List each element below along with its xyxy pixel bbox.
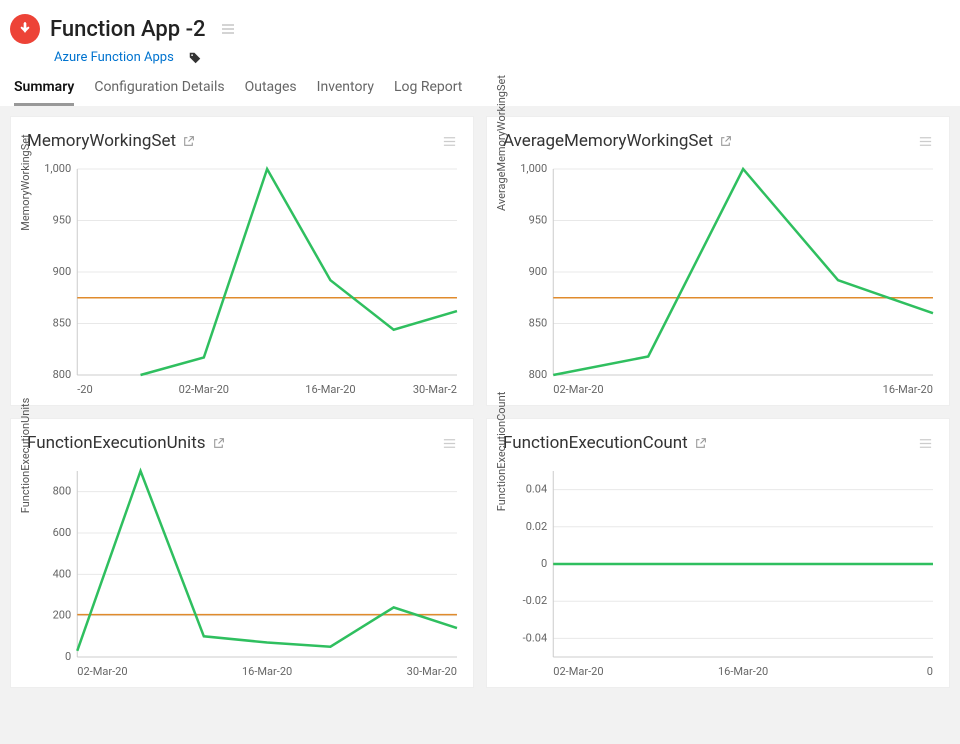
svg-text:600: 600: [53, 526, 72, 539]
tab-inventory[interactable]: Inventory: [317, 79, 374, 106]
svg-text:0: 0: [65, 650, 71, 663]
y-axis-label: MemoryWorkingSet: [19, 134, 32, 230]
tabs: Summary Configuration Details Outages Inven…: [14, 79, 950, 106]
svg-text:950: 950: [53, 214, 72, 227]
svg-text:02-Mar-20: 02-Mar-20: [77, 665, 127, 678]
tag-icon[interactable]: [188, 51, 202, 65]
tab-summary[interactable]: Summary: [14, 79, 74, 106]
chart-area: AverageMemoryWorkingSet 8008509009501,00…: [497, 159, 939, 399]
header: Function App -2 Azure Function Apps Summ…: [0, 0, 960, 106]
card-title: FunctionExecutionCount: [503, 433, 688, 453]
card-title: AverageMemoryWorkingSet: [503, 131, 713, 151]
popout-icon[interactable]: [212, 437, 225, 450]
y-axis-label: AverageMemoryWorkingSet: [495, 75, 508, 211]
svg-text:-0.04: -0.04: [523, 631, 548, 644]
svg-text:02-Mar-20: 02-Mar-20: [553, 383, 603, 396]
breadcrumb-row: Azure Function Apps: [54, 50, 950, 65]
chart-grid: MemoryWorkingSet MemoryWorkingSet 800 850…: [0, 106, 960, 698]
chart-card-mem: MemoryWorkingSet MemoryWorkingSet 800 850…: [10, 116, 474, 406]
popout-icon[interactable]: [719, 135, 732, 148]
svg-text:0.04: 0.04: [526, 483, 548, 496]
svg-text:200: 200: [53, 609, 72, 622]
svg-text:30-Mar-20: 30-Mar-20: [407, 665, 457, 678]
svg-text:1,000: 1,000: [44, 162, 71, 175]
chart-area: FunctionExecutionUnits 0200400600800 02-…: [21, 461, 463, 681]
chart-card-fec: FunctionExecutionCount FunctionExecution…: [486, 418, 950, 688]
svg-text:16-Mar-20: 16-Mar-20: [883, 383, 933, 396]
svg-text:800: 800: [529, 368, 548, 381]
tab-log-report[interactable]: Log Report: [394, 79, 462, 106]
svg-text:02-Mar-20: 02-Mar-20: [179, 383, 229, 396]
svg-text:900: 900: [53, 265, 72, 278]
svg-text:0: 0: [927, 665, 933, 678]
svg-text:850: 850: [53, 317, 72, 330]
card-title: MemoryWorkingSet: [27, 131, 176, 151]
chart-area: MemoryWorkingSet 8008509009501,000 -2002…: [21, 159, 463, 399]
breadcrumb-link[interactable]: Azure Function Apps: [54, 50, 174, 65]
svg-text:0.02: 0.02: [526, 520, 548, 533]
svg-text:0: 0: [541, 557, 547, 570]
tab-configuration-details[interactable]: Configuration Details: [94, 79, 224, 106]
svg-text:30-Mar-2: 30-Mar-2: [413, 383, 457, 396]
popout-icon[interactable]: [694, 437, 707, 450]
svg-text:-20: -20: [77, 383, 92, 396]
svg-text:-0.02: -0.02: [523, 594, 548, 607]
card-title: FunctionExecutionUnits: [27, 433, 206, 453]
title-row: Function App -2: [10, 14, 950, 44]
hamburger-icon[interactable]: [918, 436, 933, 451]
chart-card-avgmem: AverageMemoryWorkingSet AverageMemoryWor…: [486, 116, 950, 406]
card-head: FunctionExecutionUnits: [21, 433, 463, 453]
svg-text:900: 900: [529, 265, 548, 278]
tab-outages[interactable]: Outages: [245, 79, 297, 106]
chart-area: FunctionExecutionCount -0.04-0.0200.020.…: [497, 461, 939, 681]
page-title: Function App -2: [50, 17, 206, 42]
svg-text:16-Mar-20: 16-Mar-20: [718, 665, 768, 678]
card-head: FunctionExecutionCount: [497, 433, 939, 453]
svg-text:800: 800: [53, 485, 72, 498]
svg-text:400: 400: [53, 567, 72, 580]
status-down-icon: [10, 14, 40, 44]
hamburger-icon[interactable]: [442, 436, 457, 451]
card-head: AverageMemoryWorkingSet: [497, 131, 939, 151]
svg-text:850: 850: [529, 317, 548, 330]
svg-text:16-Mar-20: 16-Mar-20: [242, 665, 292, 678]
card-head: MemoryWorkingSet: [21, 131, 463, 151]
hamburger-icon[interactable]: [220, 21, 236, 37]
y-axis-label: FunctionExecutionCount: [495, 392, 508, 512]
chart-card-feu: FunctionExecutionUnits FunctionExecution…: [10, 418, 474, 688]
svg-text:02-Mar-20: 02-Mar-20: [553, 665, 603, 678]
hamburger-icon[interactable]: [918, 134, 933, 149]
y-axis-label: FunctionExecutionUnits: [19, 398, 32, 514]
hamburger-icon[interactable]: [442, 134, 457, 149]
svg-text:16-Mar-20: 16-Mar-20: [305, 383, 355, 396]
popout-icon[interactable]: [182, 135, 195, 148]
svg-text:800: 800: [53, 368, 72, 381]
svg-text:1,000: 1,000: [520, 162, 547, 175]
svg-text:950: 950: [529, 214, 548, 227]
